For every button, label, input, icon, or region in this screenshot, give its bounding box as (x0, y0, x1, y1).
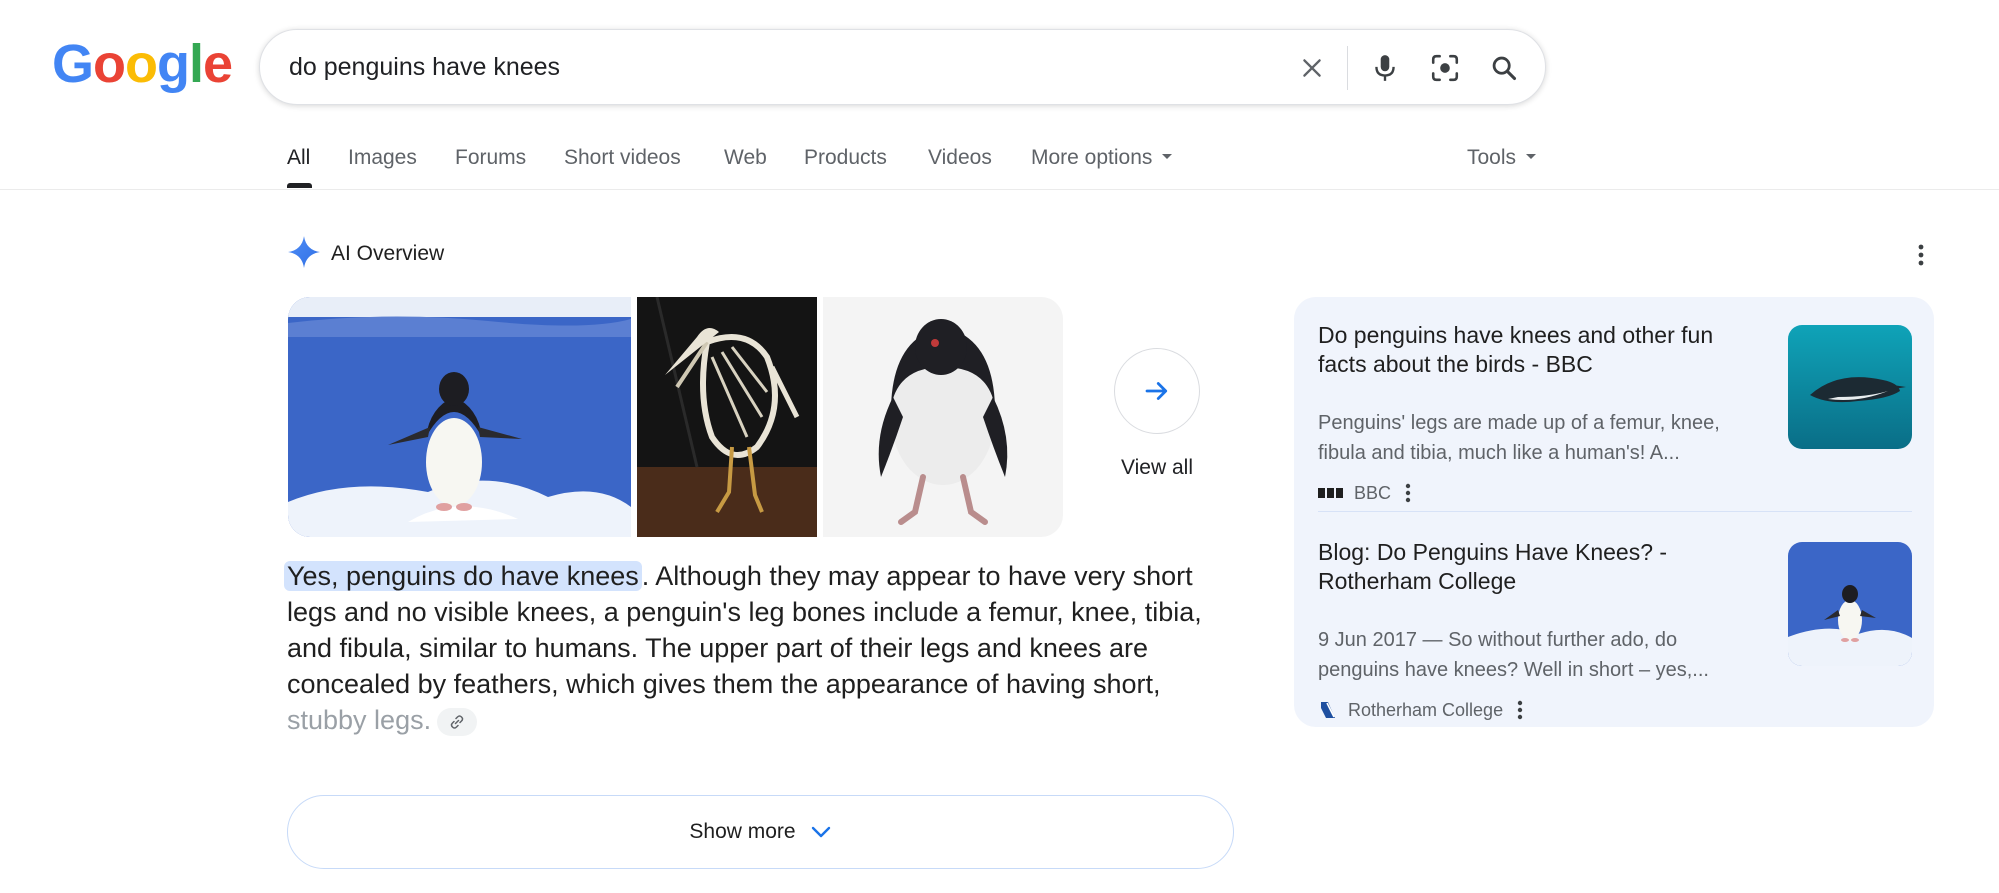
tab-videos[interactable]: Videos (928, 146, 992, 170)
link-icon[interactable] (437, 707, 478, 736)
ai-overview-answer: Yes, penguins do have knees. Although th… (284, 558, 1217, 738)
caret-down-icon (1526, 154, 1537, 160)
caret-down-icon (1162, 154, 1173, 160)
source-thumbnail[interactable] (1788, 542, 1912, 666)
show-more-label: Show more (689, 820, 796, 843)
source-title[interactable]: Do penguins have knees and other fun fac… (1318, 321, 1758, 379)
search-box[interactable]: do penguins have knees (259, 29, 1546, 105)
penguin-anatomy-image[interactable] (823, 297, 1063, 537)
answer-faded-text: stubby legs. (287, 705, 432, 735)
google-logo[interactable]: Google (52, 34, 233, 94)
logo-letter: G (52, 34, 94, 94)
source-meta: BBC (1318, 480, 1411, 506)
view-all-button[interactable] (1114, 348, 1200, 434)
search-tabs: All Images Forums Short videos Web Produ… (0, 138, 1999, 190)
arrow-right-icon (1145, 382, 1168, 400)
logo-letter: o (125, 34, 158, 94)
tab-web[interactable]: Web (724, 146, 767, 170)
lens-icon[interactable] (1423, 46, 1467, 90)
tab-more-options-label: More options (1031, 146, 1153, 169)
penguin-skeleton-image[interactable] (637, 297, 817, 537)
more-vert-icon[interactable] (1906, 240, 1936, 270)
tab-products[interactable]: Products (804, 146, 887, 170)
source-snippet: Penguins' legs are made up of a femur, k… (1318, 412, 1720, 464)
search-icon[interactable] (1482, 46, 1526, 90)
tab-images[interactable]: Images (348, 146, 417, 170)
logo-letter: g (157, 34, 190, 94)
tab-more-options[interactable]: More options (1031, 146, 1173, 170)
logo-letter: l (189, 34, 204, 94)
source-thumbnail[interactable] (1788, 325, 1912, 449)
tab-short-videos[interactable]: Short videos (564, 146, 681, 170)
ai-overview-title: AI Overview (331, 242, 445, 265)
ai-image-strip (288, 297, 1063, 537)
source-site: BBC (1354, 482, 1392, 503)
tab-forums[interactable]: Forums (455, 146, 526, 170)
tools-button[interactable]: Tools (1467, 146, 1537, 170)
search-input[interactable]: do penguins have knees (289, 53, 560, 82)
rotherham-favicon (1318, 700, 1338, 720)
close-icon[interactable] (1290, 46, 1334, 90)
source-divider (1318, 511, 1912, 512)
source-meta: Rotherham College (1318, 697, 1523, 723)
logo-letter: o (93, 34, 126, 94)
answer-highlight: Yes, penguins do have knees (284, 561, 642, 591)
bbc-favicon (1318, 486, 1344, 500)
view-all-label[interactable]: View all (1101, 456, 1213, 480)
source-snippet: 9 Jun 2017 — So without further ado, do … (1318, 629, 1709, 681)
tab-all[interactable]: All (287, 146, 310, 170)
show-more-button[interactable]: Show more (287, 795, 1234, 869)
tools-label: Tools (1467, 146, 1517, 169)
sources-panel: Do penguins have knees and other fun fac… (1294, 297, 1934, 727)
more-vert-icon[interactable] (1405, 483, 1411, 503)
sparkle-icon (287, 235, 321, 274)
penguin-on-ice-image[interactable] (288, 297, 631, 537)
logo-letter: e (203, 34, 233, 94)
more-vert-icon[interactable] (1517, 700, 1523, 720)
ai-overview-header: AI Overview (287, 235, 445, 274)
source-site: Rotherham College (1348, 699, 1504, 720)
search-divider (1347, 46, 1348, 90)
source-title[interactable]: Blog: Do Penguins Have Knees? - Rotherha… (1318, 538, 1758, 596)
microphone-icon[interactable] (1363, 46, 1407, 90)
chevron-down-icon (811, 826, 830, 838)
active-tab-indicator (287, 183, 312, 188)
